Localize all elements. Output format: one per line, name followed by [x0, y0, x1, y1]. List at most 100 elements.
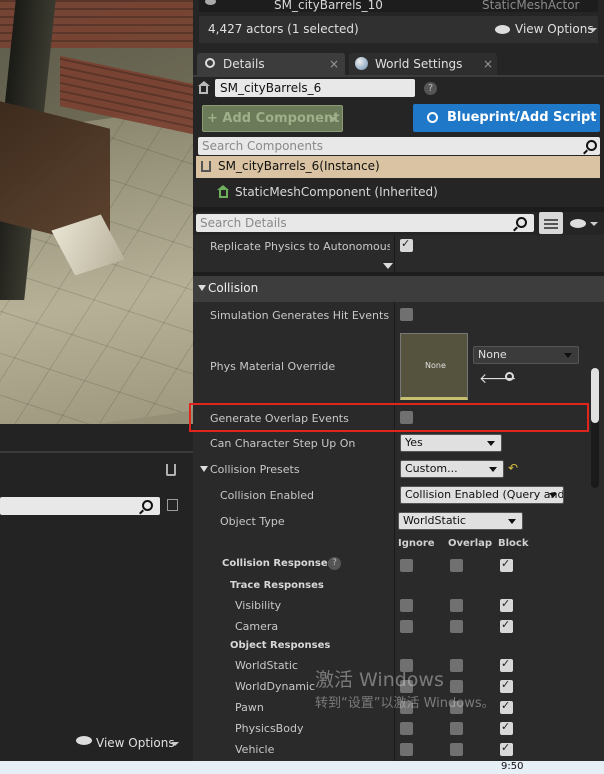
content-browser-panel: View Options — [0, 424, 193, 774]
chevron-down-icon — [590, 222, 598, 226]
replicate-physics-checkbox[interactable] — [400, 237, 413, 252]
phys-material-dropdown[interactable]: None — [473, 346, 579, 364]
visibility-eye-icon[interactable] — [205, 0, 216, 5]
actor-count: 4,427 actors (1 selected) — [208, 22, 359, 36]
eye-icon[interactable] — [76, 736, 92, 745]
add-component-button[interactable]: + Add Component — [202, 105, 343, 132]
scrollbar[interactable] — [591, 368, 599, 488]
physicsbody-overlap-checkbox[interactable] — [450, 722, 463, 735]
search-icon[interactable] — [516, 217, 527, 228]
collision-section-header[interactable]: Collision — [193, 276, 604, 302]
response-label-worldstatic: WorldStatic — [235, 659, 298, 672]
responses-overlap-all-checkbox[interactable] — [450, 559, 463, 572]
trace-responses-label: Trace Responses — [230, 580, 324, 591]
actor-icon — [201, 161, 211, 172]
search-icon[interactable] — [586, 140, 597, 151]
ignore-column-header: Ignore — [398, 538, 435, 549]
response-label-pawn: Pawn — [235, 701, 264, 714]
panel-divider — [0, 451, 193, 453]
replicate-physics-label: Replicate Physics to Autonomous Pr — [210, 240, 390, 253]
actor-name-input[interactable]: SM_cityBarrels_6 — [215, 79, 415, 97]
lock-icon[interactable] — [166, 464, 176, 476]
vehicle-overlap-checkbox[interactable] — [450, 743, 463, 756]
collision-responses-label: Collision Responses — [222, 558, 334, 569]
reset-to-default-icon[interactable]: ↶ — [508, 461, 518, 475]
scrollbar-thumb[interactable] — [591, 368, 599, 423]
globe-icon — [355, 57, 368, 70]
worldstatic-overlap-checkbox[interactable] — [450, 659, 463, 672]
visibility-ignore-checkbox[interactable] — [400, 599, 413, 612]
chevron-down-icon — [329, 117, 337, 122]
tab-details[interactable]: Details × — [197, 53, 345, 75]
physicsbody-ignore-checkbox[interactable] — [400, 722, 413, 735]
overlap-column-header: Overlap — [448, 538, 493, 549]
search-components-input[interactable]: Search Components — [198, 137, 600, 155]
activation-watermark-subtitle: 转到“设置”以激活 Windows。 — [315, 696, 495, 711]
object-responses-label: Object Responses — [230, 640, 331, 651]
view-options-button[interactable]: View Options — [96, 736, 175, 750]
search-details-input[interactable]: Search Details — [196, 214, 534, 232]
response-label-visibility: Visibility — [235, 599, 282, 612]
eye-icon[interactable] — [570, 219, 586, 228]
advanced-expand-icon[interactable] — [383, 263, 393, 269]
responses-ignore-all-checkbox[interactable] — [400, 559, 413, 572]
tab-underline — [193, 75, 604, 77]
level-viewport[interactable] — [0, 0, 193, 424]
visibility-overlap-checkbox[interactable] — [450, 599, 463, 612]
vehicle-block-checkbox[interactable] — [500, 741, 513, 756]
camera-overlap-checkbox[interactable] — [450, 620, 463, 633]
collision-presets-dropdown[interactable]: Custom... — [400, 460, 504, 478]
help-icon[interactable]: ? — [424, 82, 437, 95]
clock[interactable]: 9:50 — [501, 761, 523, 772]
physicsbody-block-checkbox[interactable] — [500, 720, 513, 735]
camera-ignore-checkbox[interactable] — [400, 620, 413, 633]
collision-enabled-label: Collision Enabled — [220, 489, 315, 502]
responses-block-all-checkbox[interactable] — [500, 557, 513, 572]
close-icon[interactable]: × — [483, 53, 493, 75]
chevron-down-icon — [198, 285, 206, 291]
eye-icon[interactable] — [495, 25, 510, 34]
taskbar: 9:50 — [0, 761, 604, 774]
chevron-down-icon — [171, 742, 179, 746]
pawn-block-checkbox[interactable] — [500, 699, 513, 714]
close-icon[interactable]: × — [329, 53, 339, 75]
chevron-down-icon — [589, 28, 597, 32]
browse-icon[interactable] — [505, 372, 514, 381]
outliner-status-bar: 4,427 actors (1 selected) View Options — [199, 16, 598, 43]
help-icon[interactable]: ? — [328, 557, 341, 570]
sim-hit-events-checkbox[interactable] — [400, 308, 413, 321]
sim-hit-events-label: Simulation Generates Hit Events — [210, 309, 390, 322]
collision-enabled-dropdown[interactable]: Collision Enabled (Query and — [400, 486, 564, 504]
save-icon[interactable] — [167, 499, 178, 511]
activation-watermark-title: 激活 Windows — [315, 669, 444, 691]
camera-block-checkbox[interactable] — [500, 618, 513, 633]
static-mesh-icon — [217, 185, 231, 199]
highlight-box — [189, 403, 589, 432]
block-column-header: Block — [498, 538, 529, 549]
vehicle-ignore-checkbox[interactable] — [400, 743, 413, 756]
blueprint-add-script-button[interactable]: Blueprint/Add Script — [413, 104, 600, 132]
collision-presets-label: Collision Presets — [210, 463, 300, 476]
component-instance-row[interactable]: SM_cityBarrels_6(Instance) — [196, 156, 600, 178]
outliner-row[interactable]: SM_cityBarrels_10 StaticMeshActor — [199, 0, 598, 12]
tab-world-settings[interactable]: World Settings × — [349, 53, 497, 75]
visibility-block-checkbox[interactable] — [500, 597, 513, 612]
worlddynamic-block-checkbox[interactable] — [500, 678, 513, 693]
property-matrix-icon[interactable] — [539, 212, 563, 234]
outliner-item-type: StaticMeshActor — [482, 0, 580, 12]
view-options-button[interactable]: View Options — [515, 22, 594, 36]
response-label-worlddynamic: WorldDynamic — [235, 680, 316, 693]
search-icon — [205, 58, 215, 68]
object-type-dropdown[interactable]: WorldStatic — [398, 512, 523, 530]
search-icon[interactable] — [142, 500, 153, 511]
response-label-vehicle: Vehicle — [235, 743, 275, 756]
static-mesh-component-item[interactable]: StaticMeshComponent (Inherited) — [235, 185, 438, 199]
chevron-down-icon[interactable] — [200, 466, 208, 472]
phys-material-label: Phys Material Override — [210, 360, 336, 373]
content-search-input[interactable] — [0, 497, 160, 515]
can-step-up-dropdown[interactable]: Yes — [400, 434, 502, 452]
worldstatic-block-checkbox[interactable] — [500, 657, 513, 672]
gear-icon — [427, 112, 438, 123]
response-label-camera: Camera — [235, 620, 279, 633]
phys-material-thumbnail[interactable]: None — [400, 333, 468, 400]
